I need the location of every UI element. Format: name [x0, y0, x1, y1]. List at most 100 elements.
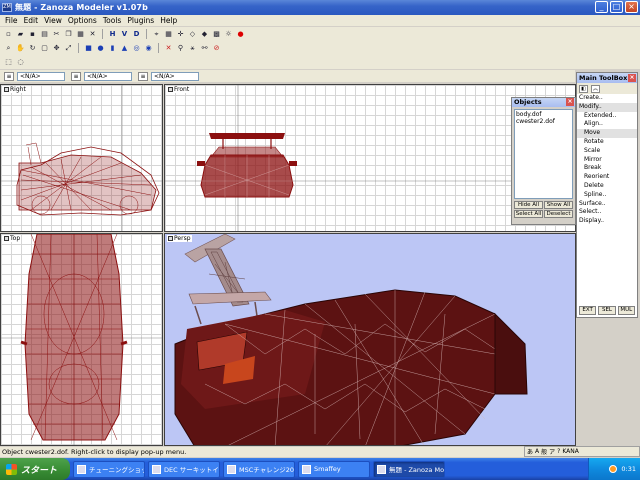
collapse-icon[interactable]: ︽: [591, 84, 600, 93]
menu-view[interactable]: View: [41, 16, 65, 25]
cut-icon[interactable]: ✂: [51, 29, 62, 40]
new-file-icon[interactable]: ▫: [3, 29, 14, 40]
toolbox-item[interactable]: Reorient: [577, 173, 637, 182]
figure2-icon[interactable]: ⚲: [175, 43, 186, 54]
help-icon[interactable]: ?: [557, 448, 560, 455]
no-icon[interactable]: ⊘: [211, 43, 222, 54]
toolbox-item[interactable]: Move: [577, 129, 637, 138]
save-icon[interactable]: ▪: [27, 29, 38, 40]
toolbox-item[interactable]: Align..: [577, 120, 637, 129]
mul-button[interactable]: MUL: [617, 306, 635, 315]
select-icon[interactable]: ▢: [39, 43, 50, 54]
ime-pad[interactable]: ア: [549, 447, 555, 456]
viewport-right[interactable]: Right: [0, 84, 163, 232]
minimize-button[interactable]: _: [595, 1, 608, 13]
cylinder-icon[interactable]: ▮: [107, 43, 118, 54]
tray-icon[interactable]: [609, 465, 618, 473]
show-all-button[interactable]: Show All: [544, 201, 573, 209]
rotate-view-icon[interactable]: ↻: [27, 43, 38, 54]
select-box-icon[interactable]: ⬚: [3, 57, 14, 68]
figure-icon[interactable]: ✕: [163, 43, 174, 54]
viewport-perspective[interactable]: Persp: [164, 233, 576, 446]
close-icon[interactable]: ×: [566, 98, 574, 106]
figure4-icon[interactable]: ⚯: [199, 43, 210, 54]
layer-field[interactable]: <N/A>: [151, 71, 199, 81]
viewport-top[interactable]: Top: [0, 233, 163, 446]
maximize-button[interactable]: □: [610, 1, 623, 13]
toolbox-item[interactable]: Select..: [577, 208, 637, 217]
viewport-label[interactable]: Top: [3, 235, 22, 242]
cube-icon[interactable]: ■: [83, 43, 94, 54]
menu-tools[interactable]: Tools: [100, 16, 124, 25]
toolbox-item[interactable]: Delete: [577, 182, 637, 191]
layer-field[interactable]: <N/A>: [84, 71, 132, 81]
close-button[interactable]: ×: [625, 1, 638, 13]
ext-button[interactable]: EXT: [579, 306, 597, 315]
toolbox-item[interactable]: Scale: [577, 147, 637, 156]
toolbox-item[interactable]: Spline..: [577, 191, 637, 200]
tube-icon[interactable]: ◉: [143, 43, 154, 54]
shade-icon[interactable]: ◆: [199, 29, 210, 40]
toolbox-item[interactable]: Rotate: [577, 138, 637, 147]
viewport-label[interactable]: Persp: [167, 235, 192, 242]
sphere-icon[interactable]: ●: [95, 43, 106, 54]
taskbar-item-active[interactable]: 無題 - Zanoza Model...: [373, 460, 445, 478]
grid-icon[interactable]: ▦: [163, 29, 174, 40]
close-icon[interactable]: ×: [628, 74, 636, 82]
lasso-icon[interactable]: ◌: [15, 57, 26, 68]
start-button[interactable]: スタート: [0, 458, 70, 480]
objects-list[interactable]: body.dof cwester2.dof: [514, 109, 573, 199]
select-all-button[interactable]: Select All: [514, 210, 543, 218]
toolbox-item[interactable]: Surface..: [577, 200, 637, 209]
taskbar-item[interactable]: DEC サーキットイベント...: [148, 460, 220, 478]
paste-icon[interactable]: ▦: [75, 29, 86, 40]
taskbar-item[interactable]: MSCチャレンジ2007 耐...: [223, 460, 295, 478]
menu-file[interactable]: File: [2, 16, 21, 25]
copy-icon[interactable]: ❐: [63, 29, 74, 40]
ime-mode[interactable]: あ: [527, 447, 533, 456]
cone-icon[interactable]: ▲: [119, 43, 130, 54]
v-button[interactable]: V: [119, 29, 130, 40]
layer-icon[interactable]: ≡: [138, 71, 148, 81]
scale-icon[interactable]: ⤢: [63, 43, 74, 54]
ime-conversion[interactable]: 般: [541, 447, 547, 456]
deselect-button[interactable]: Deselect: [544, 210, 573, 218]
viewport-label[interactable]: Front: [167, 86, 191, 93]
figure3-icon[interactable]: ⚹: [187, 43, 198, 54]
menu-options[interactable]: Options: [65, 16, 100, 25]
snap-icon[interactable]: ⌖: [151, 29, 162, 40]
clock[interactable]: 0:31: [621, 465, 636, 473]
toolbox-item[interactable]: Mirror: [577, 156, 637, 165]
hide-all-button[interactable]: Hide All: [514, 201, 543, 209]
pin-icon[interactable]: ◧: [579, 84, 588, 93]
layer-field[interactable]: <N/A>: [17, 71, 65, 81]
print-icon[interactable]: ▤: [39, 29, 50, 40]
taskbar-item[interactable]: Smaffey: [298, 460, 370, 478]
axis-icon[interactable]: ✛: [175, 29, 186, 40]
h-button[interactable]: H: [107, 29, 118, 40]
sel-button[interactable]: SEL: [598, 306, 616, 315]
menu-edit[interactable]: Edit: [21, 16, 42, 25]
record-icon[interactable]: ●: [235, 29, 246, 40]
menu-help[interactable]: Help: [157, 16, 180, 25]
move-icon[interactable]: ✥: [51, 43, 62, 54]
delete-icon[interactable]: ✕: [87, 29, 98, 40]
texture-icon[interactable]: ▩: [211, 29, 222, 40]
toolbox-item[interactable]: Modify..: [577, 102, 637, 112]
ime-kana[interactable]: KANA: [562, 448, 579, 455]
toolbox-item[interactable]: Break: [577, 164, 637, 173]
viewport-label[interactable]: Right: [3, 86, 27, 93]
torus-icon[interactable]: ◎: [131, 43, 142, 54]
list-item[interactable]: cwester2.dof: [516, 118, 571, 125]
open-folder-icon[interactable]: ▰: [15, 29, 26, 40]
light-icon[interactable]: ☼: [223, 29, 234, 40]
layer-icon[interactable]: ≡: [4, 71, 14, 81]
zoom-icon[interactable]: ⌕: [3, 43, 14, 54]
toolbox-item[interactable]: Extended..: [577, 112, 637, 121]
ime-input[interactable]: A: [535, 448, 539, 455]
toolbox-item[interactable]: Create..: [577, 94, 637, 103]
taskbar-item[interactable]: チューニングショップ カ...: [73, 460, 145, 478]
menu-plugins[interactable]: Plugins: [124, 16, 157, 25]
layer-icon[interactable]: ≡: [71, 71, 81, 81]
wireframe-icon[interactable]: ◇: [187, 29, 198, 40]
